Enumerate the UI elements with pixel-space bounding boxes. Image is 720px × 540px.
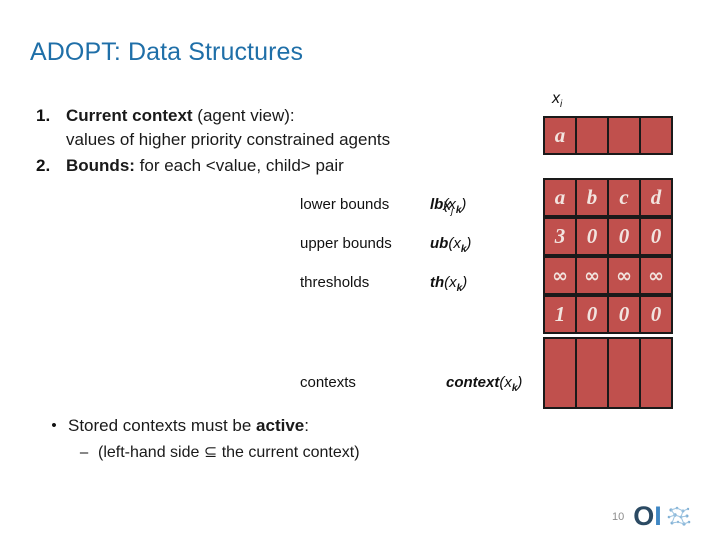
array-cell: 0 [650, 224, 662, 248]
array-cell [609, 339, 641, 407]
list-marker: 1. [36, 106, 51, 125]
array-cell: c [609, 180, 641, 215]
variable-label-xi: xi [552, 90, 562, 110]
variable-subscript: i [560, 99, 563, 111]
array-cell [641, 339, 671, 407]
bullet-lead: Stored contexts must be [68, 416, 257, 435]
formula-arg: (x [443, 196, 456, 213]
array-cell: 0 [577, 219, 609, 254]
row-label: upper bounds [300, 235, 392, 252]
formula-arg: (x [499, 374, 512, 391]
array-values: a b c d [543, 178, 673, 217]
bullet-marker: – [79, 444, 89, 461]
array-cell: 0 [577, 297, 609, 332]
footer: 10 O I [612, 503, 692, 530]
list-item-second-line: values of higher priority constrained ag… [66, 130, 391, 149]
list-item: • Stored contexts must be active: [40, 412, 560, 439]
list-item-rest: (agent view): [192, 106, 295, 125]
formula-fn: context [446, 374, 500, 391]
array-cell: ∞ [545, 258, 577, 293]
list-item-body: Current context (agent view): values of … [66, 104, 390, 152]
array-cell [577, 339, 609, 407]
formula-close: ) [517, 374, 523, 391]
array-current-context: a [543, 116, 673, 155]
array-cell: 3 [545, 219, 577, 254]
array-cell: 1 [545, 297, 577, 332]
formula-arg: (x [448, 235, 461, 252]
array-cell: a [545, 180, 577, 215]
array-cell: 0 [650, 302, 662, 326]
array-cell: d [650, 185, 662, 209]
logo-letter-o: O [633, 501, 654, 531]
list-item: 2. Bounds: for each <value, child> pair [36, 154, 556, 178]
array-cell [577, 118, 609, 153]
formula-fn: th [430, 274, 445, 291]
page-title: ADOPT: Data Structures [30, 38, 304, 66]
list-item-body: Bounds: for each <value, child> pair [66, 154, 344, 178]
row-formula: th(xk) [430, 274, 467, 294]
array-thresholds: 1 0 0 0 [543, 295, 673, 334]
array-cell: ∞ [609, 258, 641, 293]
bullet-bold: active [256, 416, 305, 435]
table-row: thresholds th(xk) [300, 274, 540, 313]
array-upper-bounds: ∞ ∞ ∞ ∞ [543, 256, 673, 295]
formula-close: ) [462, 274, 468, 291]
table-row: lower bounds lb(xk) [300, 196, 540, 235]
list-item: 1. Current context (agent view): values … [36, 104, 556, 152]
page-number: 10 [612, 510, 625, 523]
bullet-body: Stored contexts must be active: [68, 412, 309, 439]
row-label: contexts [300, 374, 356, 391]
formula-close: ) [461, 196, 467, 213]
row-label: lower bounds [300, 196, 390, 213]
formula-close: ) [466, 235, 472, 252]
array-cell: ∞ [577, 258, 609, 293]
row-formula: context(xk) [446, 374, 522, 394]
list-item-bold-lead: Bounds: [66, 156, 135, 175]
variable-base: x [552, 90, 560, 107]
row-formula: ub(xk) [430, 235, 471, 255]
array-cell [609, 118, 641, 153]
array-cell: ∞ [648, 264, 664, 287]
row-formula: lb(xk) [430, 196, 466, 216]
bullet-marker: • [51, 417, 57, 434]
array-cell: b [577, 180, 609, 215]
bullet-tail: : [304, 416, 309, 435]
array-lower-bounds: 3 0 0 0 [543, 217, 673, 256]
list-item-rest: for each <value, child> pair [134, 156, 344, 175]
bullet-body: (left-hand side ⊆ the current context) [98, 444, 360, 461]
formula-fn: lb [430, 196, 444, 213]
list-item-bold-lead: Current context [66, 106, 193, 125]
logo: O I [633, 503, 692, 530]
table-row: upper bounds ub(xk) [300, 235, 540, 274]
array-cell [545, 339, 577, 407]
numbered-list: 1. Current context (agent view): values … [36, 104, 556, 180]
logo-emblem-icon [667, 506, 691, 526]
array-cell [641, 118, 671, 153]
list-marker: 2. [36, 156, 51, 175]
array-cell: 0 [609, 297, 641, 332]
formula-fn: ub [430, 235, 449, 252]
logo-letter-i: I [654, 501, 662, 531]
formula-arg: (x [444, 274, 457, 291]
list-item: – (left-hand side ⊆ the current context) [70, 439, 560, 466]
contexts-label-row: contexts context(xk) [300, 374, 550, 394]
array-cell: a [545, 118, 577, 153]
row-label: thresholds [300, 274, 370, 291]
bottom-bullet-list: • Stored contexts must be active: – (lef… [40, 412, 560, 466]
array-contexts [543, 337, 673, 409]
bounds-label-table: lower bounds lb(xk) upper bounds ub(xk) … [300, 196, 540, 313]
array-cell: 0 [609, 219, 641, 254]
